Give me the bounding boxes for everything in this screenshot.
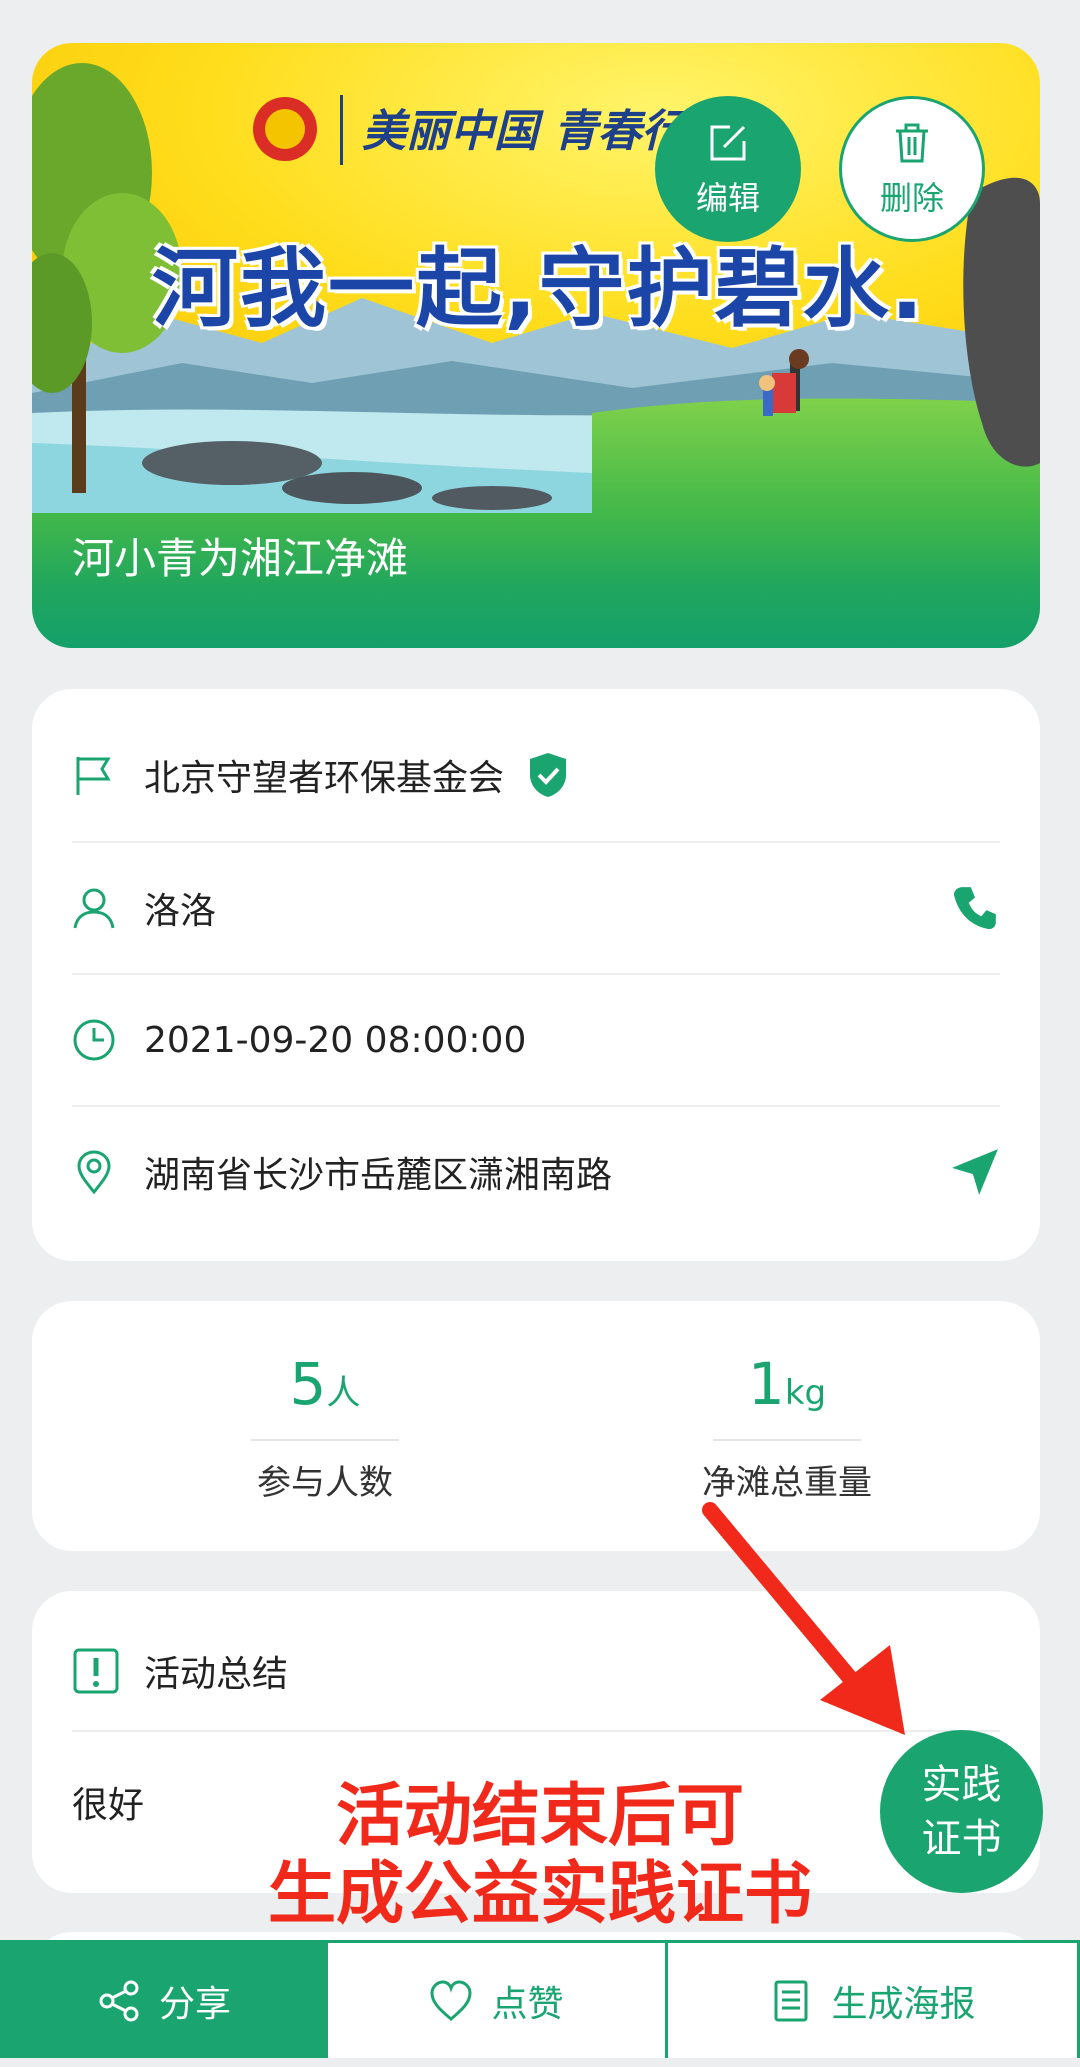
delete-button[interactable]: 删除	[839, 96, 985, 242]
like-button[interactable]: 点赞	[328, 1943, 668, 2058]
summary-heading-row: 活动总结	[72, 1645, 288, 1697]
trash-icon	[896, 123, 928, 163]
location-pin-icon	[77, 1150, 111, 1194]
bottom-action-bar: 分享 点赞 生成海报	[0, 1940, 1080, 2058]
participants-label: 参与人数	[257, 1463, 393, 1503]
annotation-text: 活动结束后可 生成公益实践证书	[210, 1778, 870, 1934]
clock-icon	[73, 1019, 115, 1061]
contact-name: 洛洛	[144, 891, 217, 932]
share-label: 分享	[158, 1983, 231, 2025]
weight-value: 1	[747, 1350, 785, 1418]
annotation-line2: 生成公益实践证书	[267, 1855, 812, 1934]
activity-datetime: 2021-09-20 08:00:00	[144, 1019, 527, 1061]
summary-heading: 活动总结	[144, 1654, 289, 1695]
address-row: 湖南省长沙市岳麓区潇湘南路	[72, 1106, 1000, 1238]
poster-slogan: 河我一起,守护碧水.	[152, 239, 926, 339]
certificate-label-line1: 实践	[921, 1761, 1002, 1808]
edit-label: 编辑	[695, 179, 760, 217]
activity-banner-card: 美丽中国 青春行 河我一起,守护碧水. 河小青为湘江净滩 编辑 删除	[32, 43, 1040, 648]
activity-title-bar: 河小青为湘江净滩	[32, 513, 1040, 648]
exclamation-box-icon	[73, 1648, 119, 1694]
weight-label: 净滩总重量	[702, 1463, 872, 1503]
organizer-row: 北京守望者环保基金会	[72, 709, 1000, 841]
datetime-row: 2021-09-20 08:00:00	[72, 974, 1000, 1106]
edit-button[interactable]: 编辑	[655, 96, 801, 242]
document-list-icon	[774, 1980, 808, 2021]
activity-address: 湖南省长沙市岳麓区潇湘南路	[144, 1155, 613, 1196]
activity-title: 河小青为湘江净滩	[72, 534, 409, 583]
contact-row: 洛洛	[72, 842, 1000, 974]
phone-icon[interactable]	[950, 883, 1000, 933]
summary-content: 很好	[72, 1785, 145, 1826]
person-icon	[73, 888, 115, 929]
delete-label: 删除	[879, 179, 944, 217]
verified-shield-icon	[530, 753, 567, 797]
annotation-line1: 活动结束后可	[335, 1777, 744, 1856]
organizer-name: 北京守望者环保基金会	[144, 758, 505, 799]
participants-unit: 人	[326, 1373, 361, 1413]
activity-info-card: 北京守望者环保基金会 洛洛 2021-09-20 08:00:00 湖南省长沙市…	[32, 689, 1040, 1261]
poster-logo-text: 美丽中国 青春行	[362, 106, 686, 157]
weight-unit: kg	[784, 1373, 827, 1413]
like-label: 点赞	[491, 1983, 564, 2025]
weight-stat: 1kg 净滩总重量	[672, 1349, 902, 1504]
practice-certificate-button[interactable]: 实践 证书	[880, 1730, 1043, 1893]
generate-poster-button[interactable]: 生成海报	[668, 1943, 1080, 2058]
flag-icon	[76, 757, 111, 795]
heart-icon	[430, 1979, 472, 2021]
navigation-arrow-icon[interactable]	[950, 1147, 1000, 1197]
generate-poster-label: 生成海报	[831, 1983, 976, 2025]
certificate-label-line2: 证书	[921, 1815, 1002, 1862]
participants-stat: 5人 参与人数	[210, 1349, 440, 1504]
edit-icon	[710, 125, 746, 161]
share-icon	[99, 1980, 139, 2021]
annotation-arrow-icon	[702, 1502, 905, 1735]
participants-value: 5	[289, 1350, 327, 1418]
share-button[interactable]: 分享	[0, 1943, 328, 2058]
